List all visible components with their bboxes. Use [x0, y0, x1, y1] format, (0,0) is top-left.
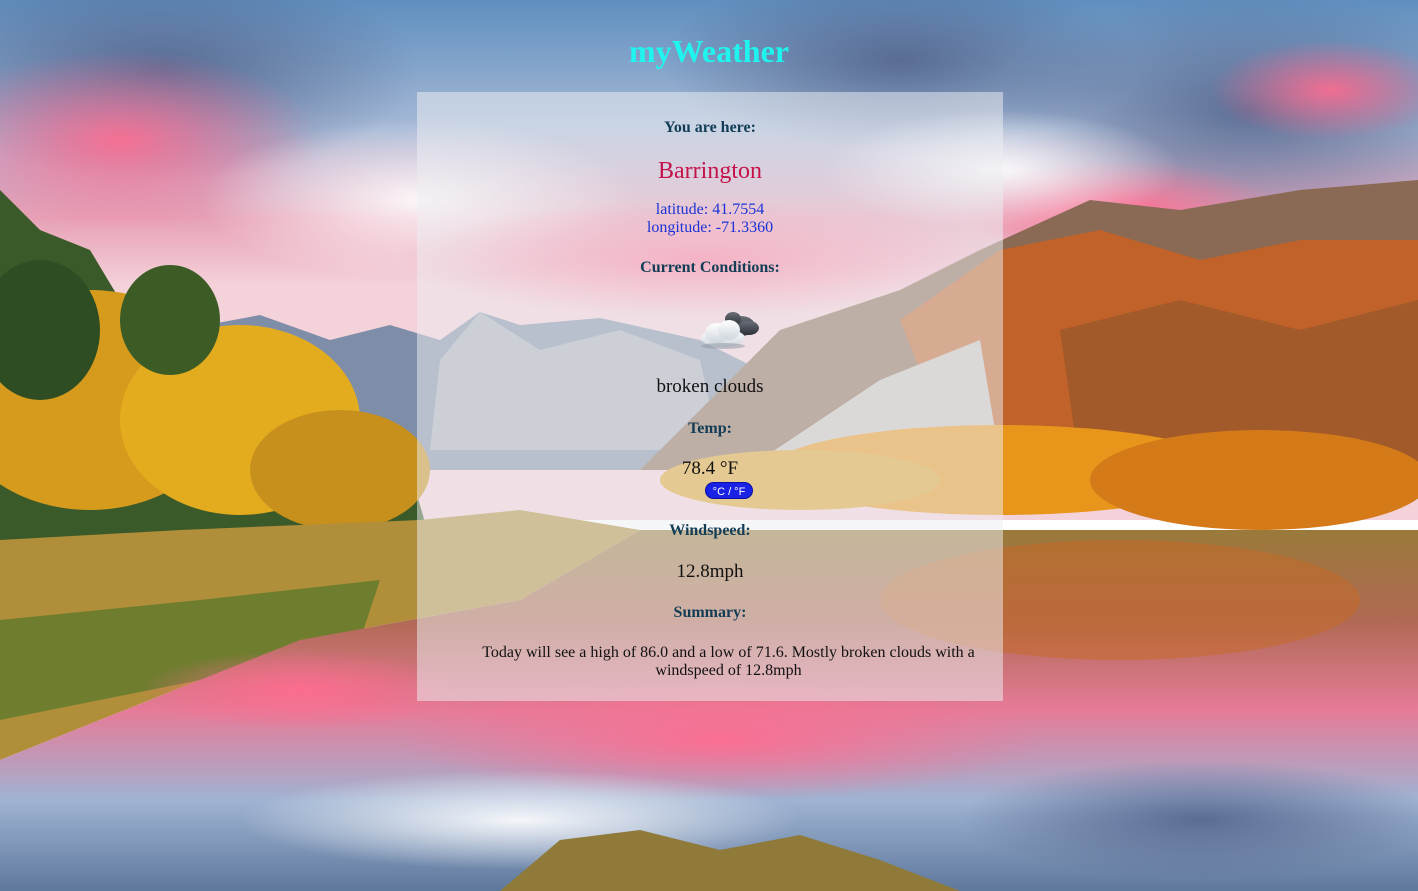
- conditions-description: broken clouds: [656, 376, 764, 397]
- app-title: myWeather: [629, 33, 789, 69]
- cloud-sun-icon: [701, 312, 759, 349]
- windspeed-heading: Windspeed:: [669, 522, 751, 539]
- current-conditions-heading: Current Conditions:: [640, 259, 780, 276]
- weather-panel: You are here: Barrington latitude: 41.75…: [417, 92, 1003, 701]
- windspeed-value: 12.8mph: [676, 561, 744, 582]
- temp-heading: Temp:: [688, 420, 732, 437]
- unit-toggle-button[interactable]: °C / °F: [705, 482, 753, 499]
- longitude-text: longitude: -71.3360: [646, 219, 774, 236]
- latitude-text: latitude: 41.7554: [655, 201, 765, 218]
- location-heading: You are here:: [664, 119, 756, 136]
- city-name: Barrington: [658, 158, 762, 184]
- summary-text: Today will see a high of 86.0 and a low …: [482, 644, 975, 679]
- temp-value: 78.4 °F: [681, 458, 739, 479]
- summary-heading: Summary:: [673, 604, 747, 621]
